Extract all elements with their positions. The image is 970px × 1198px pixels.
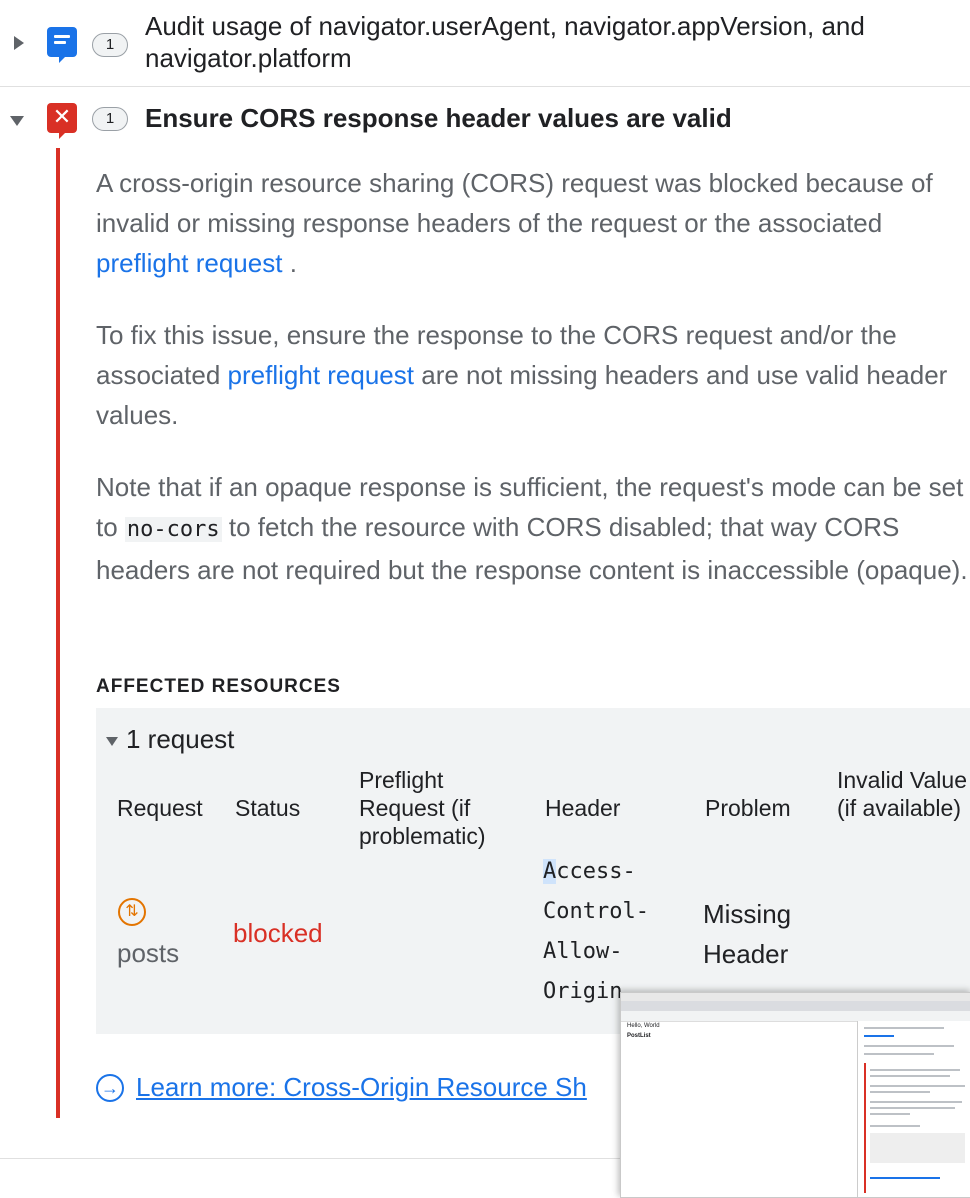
affected-resources-heading: AFFECTED RESOURCES (96, 676, 341, 697)
expand-arrow-icon[interactable] (14, 36, 24, 50)
request-name-link[interactable]: posts (117, 938, 179, 969)
collapse-arrow-icon (106, 736, 118, 746)
column-header-request: Request (117, 795, 203, 821)
preflight-request-link[interactable]: preflight request (96, 248, 282, 278)
header-value: Access- Control- Allow- Origin (543, 859, 649, 1004)
preflight-request-link[interactable]: preflight request (228, 360, 414, 390)
info-icon (47, 27, 77, 63)
issue-count-badge: 1 (92, 33, 128, 57)
affected-resources-panel: 1 request Request Status Preflight Reque… (96, 708, 970, 1034)
status-blocked: blocked (233, 918, 323, 948)
issue-title[interactable]: Audit usage of navigator.userAgent, navi… (145, 10, 965, 74)
description-paragraph: A cross-origin resource sharing (CORS) r… (96, 168, 933, 278)
issue-title[interactable]: Ensure CORS response header values are v… (145, 102, 732, 134)
menu-bar (621, 993, 970, 1001)
issue-severity-bar (56, 148, 60, 1118)
issue-count-badge: 1 (92, 107, 128, 131)
column-header-header: Header (545, 795, 621, 821)
devtools-pane (857, 1021, 970, 1197)
page-text: Hello, World (627, 1023, 660, 1029)
collapse-arrow-icon[interactable] (10, 116, 24, 126)
problem-value: Missing Header (703, 899, 792, 969)
column-header-preflight: Preflight Request (if problematic) (359, 767, 486, 849)
column-header-status: Status (235, 795, 301, 821)
code-snippet: no-cors (124, 517, 222, 542)
requests-toggle[interactable]: 1 request (106, 724, 234, 755)
screenshot-thumbnail[interactable]: Hello, World PostList (620, 992, 970, 1198)
divider (0, 86, 970, 87)
network-request-icon: ⇅ (118, 898, 146, 926)
page-text: PostList (627, 1033, 651, 1039)
description-paragraph: Note that if an opaque response is suffi… (96, 472, 968, 585)
column-header-problem: Problem (705, 795, 791, 821)
learn-more-link[interactable]: → Learn more: Cross-Origin Resource Sh (96, 1072, 587, 1103)
arrow-right-circle-icon: → (96, 1073, 124, 1102)
description-paragraph: To fix this issue, ensure the response t… (96, 320, 948, 430)
browser-tabs (621, 1001, 970, 1011)
error-icon: ✕ (47, 103, 77, 139)
column-header-invalid-value: Invalid Value (if available) (837, 767, 967, 821)
